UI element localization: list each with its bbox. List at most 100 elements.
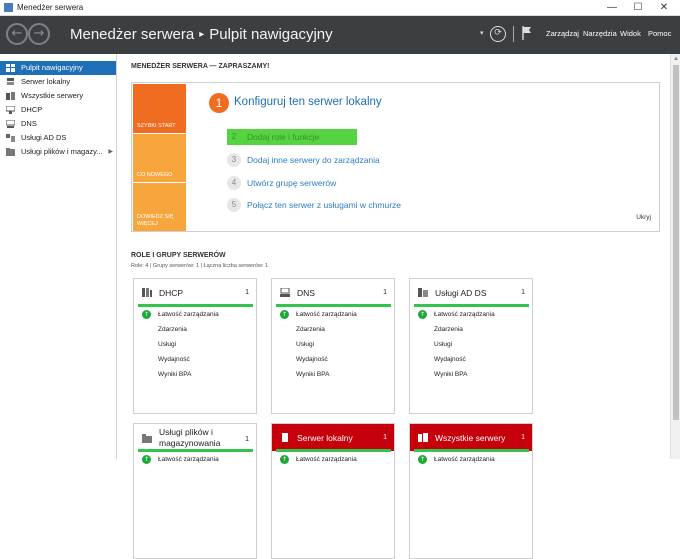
manageability-link[interactable]: Łatwość zarządzania [296,456,357,463]
notifications-flag-icon[interactable] [522,26,532,40]
tile-label: SZYBKI START [137,123,176,129]
group-card-all-servers[interactable]: Wszystkie serwery 1 ↑ Łatwość zarządzani… [409,423,533,559]
card-count: 1 [521,289,525,296]
events-link[interactable]: Zdarzenia [158,326,187,333]
expand-arrow-icon[interactable]: ▶ [108,145,113,159]
sidebar-item-label: Usługi plików i magazy... [21,147,103,156]
add-roles-link[interactable]: Dodaj role i funkcje [247,132,319,142]
role-card-dhcp[interactable]: DHCP 1 ↑ Łatwość zarządzania Zdarzenia U… [133,278,257,414]
services-link[interactable]: Usługi [158,341,176,348]
card-header[interactable]: Usługi AD DS 1 [410,279,532,306]
roles-summary: Role: 4 | Grupy serwerów: 1 | Łączna lic… [131,263,269,269]
add-servers-link[interactable]: Dodaj inne serwery do zarządzania [247,155,380,165]
role-card-adds[interactable]: Usługi AD DS 1 ↑ Łatwość zarządzania Zda… [409,278,533,414]
status-ok-icon: ↑ [280,455,289,464]
events-link[interactable]: Zdarzenia [434,326,463,333]
sidebar-item-dhcp[interactable]: DHCP [0,103,116,117]
adds-icon [6,134,15,142]
sidebar-item-adds[interactable]: Usługi AD DS [0,131,116,145]
sidebar-item-label: Pulpit nawigacyjny [21,63,83,72]
sidebar-item-local-server[interactable]: Serwer lokalny [0,75,116,89]
vertical-scrollbar[interactable]: ▲ [670,54,680,459]
status-ok-icon: ↑ [280,310,289,319]
card-title: Wszystkie serwery [435,433,506,443]
forward-button[interactable]: → [28,23,50,45]
header-divider [513,26,514,42]
tile-quick-start[interactable]: SZYBKI START [133,84,186,133]
bpa-results-link[interactable]: Wyniki BPA [158,371,191,378]
card-header[interactable]: Usługi plików i magazynowania 1 [134,424,256,451]
events-link[interactable]: Zdarzenia [296,326,325,333]
tile-label: CO NOWEGO [137,172,173,178]
performance-link[interactable]: Wydajność [158,356,190,363]
add-roles-step[interactable]: 2 Dodaj role i funkcje [227,129,357,145]
history-dropdown-icon[interactable]: ▾ [480,29,484,37]
services-link[interactable]: Usługi [434,341,452,348]
card-title: DNS [297,288,315,298]
maximize-button[interactable]: ☐ [626,1,650,15]
tile-label: DOWIEDZ SIĘ WIĘCEJ [137,214,174,227]
back-arrow-icon: ← [11,26,23,41]
menu-help[interactable]: Pomoc [648,29,671,38]
card-header[interactable]: Serwer lokalny 1 [272,424,394,451]
status-bar [414,304,529,307]
manageability-link[interactable]: Łatwość zarządzania [434,311,495,318]
manageability-link[interactable]: Łatwość zarządzania [296,311,357,318]
card-header[interactable]: DNS 1 [272,279,394,306]
sidebar: Pulpit nawigacyjny Serwer lokalny Wszyst… [0,54,117,459]
connect-cloud-link[interactable]: Połącz ten serwer z usługami w chmurze [247,200,401,210]
status-ok-icon: ↑ [418,310,427,319]
dns-icon [280,288,290,297]
tile-learn-more[interactable]: DOWIEDZ SIĘ WIĘCEJ [133,183,186,231]
manageability-link[interactable]: Łatwość zarządzania [158,311,219,318]
scroll-up-icon[interactable]: ▲ [673,56,679,62]
servers-icon [6,92,15,100]
window-titlebar: Menedżer serwera — ☐ ✕ [0,0,680,16]
forward-arrow-icon: → [33,26,45,41]
card-title: Usługi plików i magazynowania [159,427,221,448]
hide-welcome-link[interactable]: Ukryj [636,214,651,221]
card-header[interactable]: DHCP 1 [134,279,256,306]
manageability-link[interactable]: Łatwość zarządzania [434,456,495,463]
performance-link[interactable]: Wydajność [434,356,466,363]
configure-local-server-link[interactable]: Konfiguruj ten serwer lokalny [234,96,382,108]
manageability-link[interactable]: Łatwość zarządzania [158,456,219,463]
card-header[interactable]: Wszystkie serwery 1 [410,424,532,451]
tile-whats-new[interactable]: CO NOWEGO [133,134,186,182]
status-bar [276,304,391,307]
role-card-file-services[interactable]: Usługi plików i magazynowania 1 ↑ Łatwoś… [133,423,257,559]
services-link[interactable]: Usługi [296,341,314,348]
status-ok-icon: ↑ [418,455,427,464]
breadcrumb-app[interactable]: Menedżer serwera [70,26,194,43]
bpa-results-link[interactable]: Wyniki BPA [434,371,467,378]
sidebar-item-dns[interactable]: DNS [0,117,116,131]
scroll-thumb[interactable] [673,65,679,420]
file-services-icon [142,434,152,443]
back-button[interactable]: ← [6,23,28,45]
sidebar-item-all-servers[interactable]: Wszystkie serwery [0,89,116,103]
performance-link[interactable]: Wydajność [296,356,328,363]
sidebar-item-dashboard[interactable]: Pulpit nawigacyjny [0,61,116,75]
main-content: MENEDŻER SERWERA — ZAPRASZAMY! SZYBKI ST… [118,54,670,559]
menu-tools[interactable]: Narzędzia [583,29,617,38]
close-button[interactable]: ✕ [652,1,676,15]
card-title: Usługi AD DS [435,288,487,298]
refresh-icon[interactable]: ⟳ [490,26,506,42]
card-title: Serwer lokalny [297,433,353,443]
menu-manage[interactable]: Zarządzaj [546,29,579,38]
step-number: 1 [209,93,229,113]
roles-heading: ROLE I GRUPY SERWERÓW [131,252,226,259]
adds-icon [418,288,428,297]
breadcrumb: Menedżer serwera ▸ Pulpit nawigacyjny [70,26,333,43]
card-count: 1 [521,434,525,441]
minimize-button[interactable]: — [600,1,624,15]
group-card-local-server[interactable]: Serwer lokalny 1 ↑ Łatwość zarządzania [271,423,395,559]
server-icon [7,78,14,85]
role-card-dns[interactable]: DNS 1 ↑ Łatwość zarządzania Zdarzenia Us… [271,278,395,414]
create-server-group-link[interactable]: Utwórz grupę serwerów [247,178,336,188]
status-bar [138,449,253,452]
sidebar-item-file-services[interactable]: Usługi plików i magazy... ▶ [0,145,116,159]
bpa-results-link[interactable]: Wyniki BPA [296,371,329,378]
menu-view[interactable]: Widok [620,29,641,38]
breadcrumb-separator-icon: ▸ [199,29,205,40]
